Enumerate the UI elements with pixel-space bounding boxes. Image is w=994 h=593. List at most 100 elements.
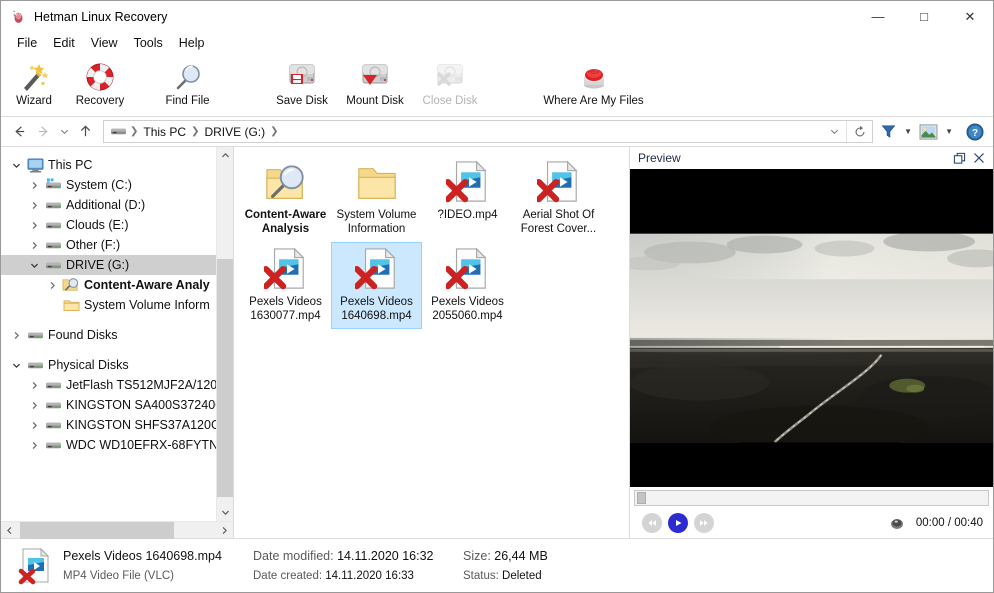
chevron-right-icon[interactable] <box>25 421 43 430</box>
chevron-down-icon[interactable] <box>217 504 233 521</box>
tree-node[interactable]: Found Disks <box>1 325 216 345</box>
status-date-created: Date created: 14.11.2020 16:33 <box>253 566 463 586</box>
analysis-folder-icon <box>264 160 308 204</box>
funnel-icon[interactable] <box>877 120 900 144</box>
maximize-button[interactable]: □ <box>901 1 947 32</box>
chevron-down-icon[interactable] <box>7 361 25 370</box>
tree-vertical-scrollbar[interactable] <box>216 147 233 521</box>
tree-horizontal-scrollbar[interactable] <box>1 521 233 539</box>
video-file-icon <box>445 160 490 204</box>
file-item[interactable]: Pexels Videos 1640698.mp4 <box>331 242 422 329</box>
chevron-right-icon[interactable] <box>43 281 61 290</box>
tree-node[interactable]: KINGSTON SHFS37A120G <box>1 415 216 435</box>
close-button[interactable]: ✕ <box>947 1 993 32</box>
file-item[interactable]: Content-Aware Analysis <box>240 155 331 242</box>
video-preview-surface[interactable] <box>630 169 993 487</box>
tree-group-gap <box>1 345 216 355</box>
chevron-right-icon[interactable] <box>25 401 43 410</box>
chevron-right-icon[interactable] <box>25 381 43 390</box>
tree-scroll-track[interactable] <box>217 164 233 504</box>
window-controls: — □ ✕ <box>855 1 993 32</box>
toolbar-button-close-disk[interactable]: Close Disk <box>414 57 486 114</box>
breadcrumb-bar[interactable]: ❯ This PC ❯ DRIVE (G:) ❯ <box>103 120 874 143</box>
filter-dropdown-caret-icon[interactable]: ▼ <box>900 127 916 136</box>
tree-node-label: Clouds (E:) <box>66 218 129 232</box>
menu-item-help[interactable]: Help <box>171 34 213 52</box>
chevron-right-icon[interactable] <box>25 181 43 190</box>
chevron-down-icon[interactable] <box>822 121 846 142</box>
file-item[interactable]: ?IDEO.mp4 <box>422 155 513 242</box>
seek-slider[interactable] <box>634 490 989 506</box>
chevron-right-icon[interactable] <box>25 201 43 210</box>
tree-node[interactable]: JetFlash TS512MJF2A/120 U <box>1 375 216 395</box>
history-dropdown-button[interactable] <box>55 120 73 144</box>
tree-node[interactable]: WDC WD10EFRX-68FYTN0 <box>1 435 216 455</box>
tree-node[interactable]: Other (F:) <box>1 235 216 255</box>
chevron-up-icon[interactable] <box>217 147 233 164</box>
file-item[interactable]: Pexels Videos 2055060.mp4 <box>422 242 513 329</box>
up-button[interactable] <box>73 120 97 144</box>
tree-scroll-thumb[interactable] <box>217 259 233 498</box>
menu-item-view[interactable]: View <box>83 34 126 52</box>
chevron-right-icon[interactable] <box>7 331 25 340</box>
back-button[interactable] <box>7 120 31 144</box>
refresh-icon[interactable] <box>846 121 872 142</box>
detach-window-icon[interactable] <box>949 148 969 168</box>
file-list-panel[interactable]: Content-Aware Analysis System Volume Info… <box>234 147 629 538</box>
status-file-info: Pexels Videos 1640698.mp4 MP4 Video File… <box>63 546 253 586</box>
question-mark-icon[interactable]: ? <box>963 120 987 144</box>
forward-icon[interactable] <box>694 513 714 533</box>
file-item[interactable]: Pexels Videos 1630077.mp4 <box>240 242 331 329</box>
tree-node[interactable]: KINGSTON SA400S37240G <box>1 395 216 415</box>
toolbar-label-save-disk: Save Disk <box>276 95 328 107</box>
toolbar-label-close-disk: Close Disk <box>422 95 478 107</box>
status-bar: Pexels Videos 1640698.mp4 MP4 Video File… <box>1 538 993 592</box>
tree-node[interactable]: Additional (D:) <box>1 195 216 215</box>
toolbar-button-wizard[interactable]: Wizard <box>3 57 65 114</box>
seek-thumb[interactable] <box>637 492 646 504</box>
close-icon[interactable] <box>969 148 989 168</box>
status-date-modified: Date modified: 14.11.2020 16:32 <box>253 546 463 566</box>
chevron-right-icon[interactable] <box>25 241 43 250</box>
tree-node[interactable]: Content-Aware Analy <box>1 275 216 295</box>
chevron-right-icon[interactable] <box>216 522 233 539</box>
play-icon[interactable] <box>668 513 688 533</box>
tree-hscroll-thumb[interactable] <box>20 521 175 539</box>
tree-node[interactable]: Physical Disks <box>1 355 216 375</box>
tree-node[interactable]: System Volume Inform <box>1 295 216 315</box>
tree-node[interactable]: DRIVE (G:) <box>1 255 216 275</box>
chevron-down-icon[interactable] <box>25 261 43 270</box>
folder-tree[interactable]: This PC System (C:) Additional (D:) Clouds … <box>1 147 216 521</box>
toolbar-button-mount-disk[interactable]: Mount Disk <box>336 57 414 114</box>
chevron-right-icon[interactable] <box>25 221 43 230</box>
toolbar-button-where-are-my-files[interactable]: HELP Where Are My Files <box>526 57 661 114</box>
status-date-modified-label: Date modified: <box>253 548 334 563</box>
view-dropdown-caret-icon[interactable]: ▼ <box>941 127 957 136</box>
rewind-icon[interactable] <box>642 513 662 533</box>
menu-item-file[interactable]: File <box>9 34 45 52</box>
menu-item-edit[interactable]: Edit <box>45 34 83 52</box>
chevron-down-icon[interactable] <box>7 161 25 170</box>
menu-item-tools[interactable]: Tools <box>126 34 171 52</box>
forward-button[interactable] <box>31 120 55 144</box>
toolbar-button-recovery[interactable]: Recovery <box>65 57 135 114</box>
picture-view-icon[interactable] <box>916 120 941 144</box>
status-date-modified-value: 14.11.2020 16:32 <box>337 548 434 563</box>
volume-icon[interactable] <box>888 514 906 532</box>
tree-node[interactable]: This PC <box>1 155 216 175</box>
chevron-right-icon[interactable] <box>25 441 43 450</box>
breadcrumb-drive-g[interactable]: DRIVE (G:) <box>200 125 269 139</box>
file-item[interactable]: Aerial Shot Of Forest Cover... <box>513 155 604 242</box>
tree-node[interactable]: System (C:) <box>1 175 216 195</box>
toolbar-button-find-file[interactable]: Find File <box>135 57 240 114</box>
breadcrumb-this-pc[interactable]: This PC <box>139 125 190 139</box>
tree-node[interactable]: Clouds (E:) <box>1 215 216 235</box>
tree-hscroll-track[interactable] <box>18 521 216 539</box>
chevron-left-icon[interactable] <box>1 522 18 539</box>
breadcrumb-separator-3: ❯ <box>270 126 279 137</box>
analysis-folder-icon <box>61 277 81 293</box>
toolbar-button-save-disk[interactable]: Save Disk <box>268 57 336 114</box>
file-item[interactable]: System Volume Information <box>331 155 422 242</box>
status-dates: Date modified: 14.11.2020 16:32 Date cre… <box>253 546 463 586</box>
minimize-button[interactable]: — <box>855 1 901 32</box>
